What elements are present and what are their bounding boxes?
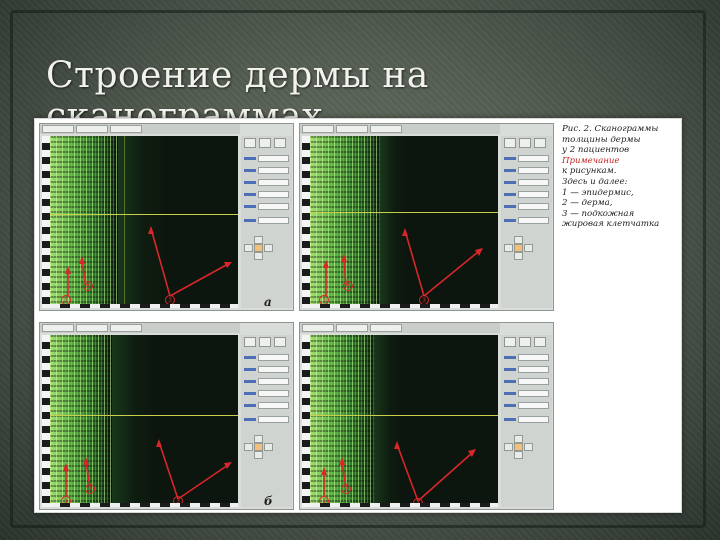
control-panel [241,136,292,308]
caption-line: Рис. 2. Сканограммы [562,124,659,134]
marker-arrows: 1 2 3 [61,226,232,305]
panel-letter: б [264,494,273,508]
marker-label-2: 2 [86,283,90,290]
marker-arrows: 1 2 3 [319,441,476,507]
bottom-ruler [310,304,498,308]
direction-pad[interactable] [504,435,534,459]
caption-legend-2: 2 — дерма, [562,198,613,209]
caption-line: у 2 пациентов [562,145,630,156]
panel-tabs [40,124,240,134]
direction-pad[interactable] [504,236,534,260]
marker-label-2: 2 [344,486,348,493]
scan-image: 1 2 3 [302,335,498,507]
direction-pad[interactable] [244,435,274,459]
marker-label-1: 1 [64,297,68,304]
scanogram-figure: 1 2 3 а 1 2 3 1 2 3 б 1 2 Рис. 2. Сканог… [34,118,682,513]
panel-tabs [300,323,500,333]
bottom-ruler [50,304,238,308]
caption-legend-1: 1 — эпидермис, [562,187,634,198]
control-panel [241,335,292,507]
caption-line: толщины дермы [562,134,641,145]
direction-pad[interactable] [244,236,274,260]
scan-image: 1 2 3 [42,136,238,308]
control-panel [501,335,552,507]
marker-arrows: 1 2 3 [319,228,483,305]
caption-line: Здесь и далее: [562,176,628,187]
scan-image: 1 2 3 [302,136,498,308]
panel-tabs [300,124,500,134]
zoom-controls[interactable] [244,337,289,347]
marker-label-2: 2 [346,283,350,290]
zoom-controls[interactable] [504,337,549,347]
bottom-ruler [50,503,238,507]
caption-note-heading: Примечание [562,155,620,166]
scanogram-panel-2: 1 2 3 [299,123,554,311]
caption-legend-3: 3 — подкожная [562,208,635,219]
panel-tabs [40,323,240,333]
control-panel [501,136,552,308]
scan-image: 1 2 3 [42,335,238,507]
caption-legend-3-cont: жировая клетчатка [562,219,660,230]
caption-line: к рисункам. [562,166,617,177]
marker-label-2: 2 [88,486,92,493]
marker-arrows: 1 2 3 [61,439,232,506]
bottom-ruler [310,503,498,507]
scanogram-panel-3: 1 2 3 б [39,322,294,510]
marker-label-3: 3 [168,297,172,304]
marker-label-1: 1 [322,297,326,304]
zoom-controls[interactable] [504,138,549,148]
marker-label-3: 3 [422,297,426,304]
zoom-controls[interactable] [244,138,289,148]
figure-caption: Рис. 2. Сканограммы толщины дермы у 2 па… [562,124,680,230]
panel-letter: а [264,295,272,309]
scanogram-panel-4: 1 2 3 [299,322,554,510]
scanogram-panel-1: 1 2 3 а [39,123,294,311]
